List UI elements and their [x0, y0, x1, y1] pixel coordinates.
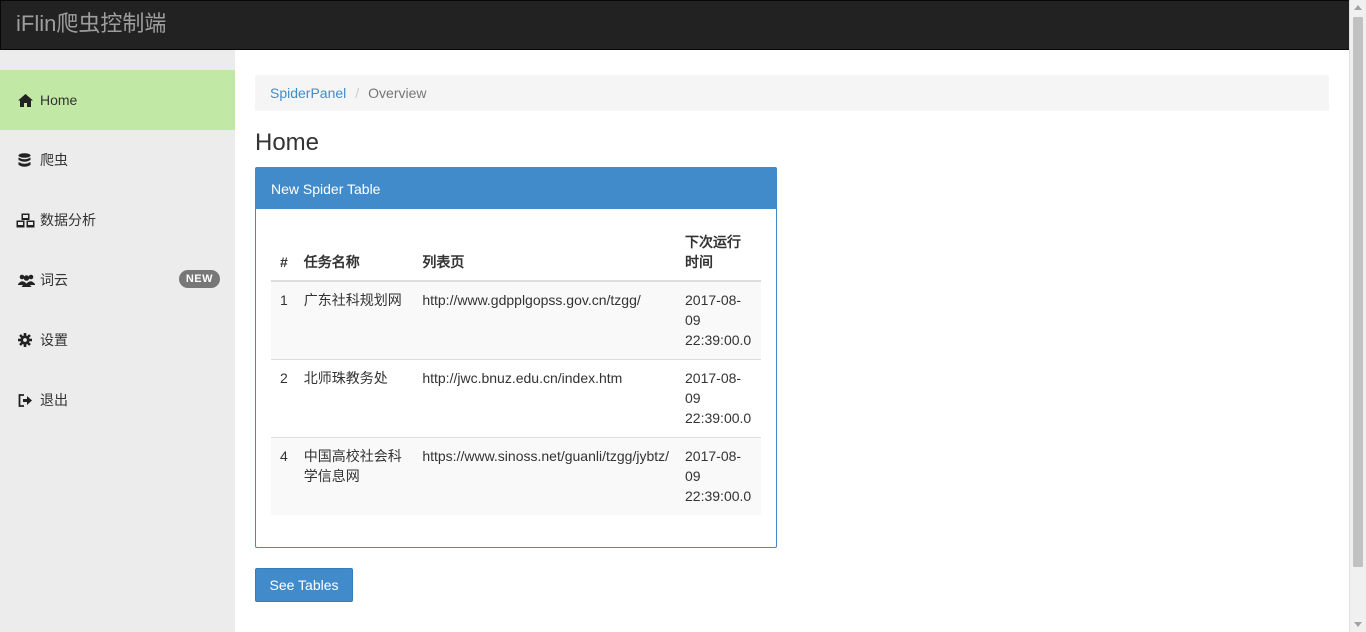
column-header-task-name: 任务名称	[295, 232, 415, 282]
breadcrumb: SpiderPanel / Overview	[255, 75, 1329, 111]
row-list-page-url: https://www.sinoss.net/guanli/tzgg/jybtz…	[414, 437, 678, 515]
page-scrollbar[interactable]	[1349, 0, 1366, 632]
table-row: 2 北师珠教务处 http://jwc.bnuz.edu.cn/index.ht…	[271, 359, 761, 438]
row-list-page-url: http://jwc.bnuz.edu.cn/index.htm	[414, 359, 678, 438]
table-row: 1 广东社科规划网 http://www.gdpplgopss.gov.cn/t…	[271, 281, 761, 360]
database-icon	[18, 152, 36, 168]
row-id: 2	[271, 359, 296, 438]
sidebar: Home 爬虫 数据分析 词云 NEW 设置 退出	[0, 50, 235, 632]
scrollbar-thumb[interactable]	[1353, 17, 1363, 567]
row-id: 1	[271, 281, 296, 360]
sign-out-icon	[18, 392, 36, 408]
sidebar-item-analysis[interactable]: 数据分析	[0, 190, 235, 250]
see-tables-button[interactable]: See Tables	[255, 568, 353, 602]
sidebar-item-label: 设置	[40, 332, 68, 348]
panel-heading: New Spider Table	[256, 168, 776, 209]
sidebar-item-logout[interactable]: 退出	[0, 370, 235, 430]
table-row: 4 中国高校社会科学信息网 https://www.sinoss.net/gua…	[271, 437, 761, 515]
row-task-name: 广东社科规划网	[295, 281, 415, 360]
row-id: 4	[271, 437, 296, 515]
table-header-row: # 任务名称 列表页 下次运行时间	[271, 232, 761, 282]
cubes-icon	[16, 212, 36, 228]
sidebar-item-label: 爬虫	[40, 152, 68, 168]
sidebar-item-wordcloud[interactable]: 词云 NEW	[0, 250, 235, 310]
column-header-id: #	[271, 232, 296, 282]
users-icon	[18, 272, 36, 288]
sidebar-item-home[interactable]: Home	[0, 70, 235, 130]
row-task-name: 中国高校社会科学信息网	[295, 437, 415, 515]
row-next-run-time: 2017-08-09 22:39:00.0	[677, 437, 761, 515]
gear-icon	[18, 332, 36, 348]
sidebar-item-label: Home	[40, 92, 78, 108]
breadcrumb-current: Overview	[368, 85, 427, 101]
page-title: Home	[255, 129, 320, 156]
home-icon	[18, 92, 36, 108]
brand-title[interactable]: iFlin爬虫控制端	[16, 10, 166, 38]
row-task-name: 北师珠教务处	[295, 359, 415, 438]
breadcrumb-link-spiderpanel[interactable]: SpiderPanel	[270, 85, 346, 101]
sidebar-item-label: 词云	[40, 272, 68, 288]
new-badge: NEW	[178, 270, 220, 288]
sidebar-item-label: 退出	[40, 392, 68, 408]
sidebar-item-label: 数据分析	[40, 212, 96, 228]
row-next-run-time: 2017-08-09 22:39:00.0	[677, 359, 761, 438]
column-header-list-page: 列表页	[414, 232, 678, 282]
spider-table: # 任务名称 列表页 下次运行时间 1 广东社科规划网 http://www.g…	[271, 232, 761, 515]
sidebar-item-spider[interactable]: 爬虫	[0, 130, 235, 190]
scroll-up-arrow-icon[interactable]	[1354, 5, 1362, 10]
sidebar-item-settings[interactable]: 设置	[0, 310, 235, 370]
row-list-page-url: http://www.gdpplgopss.gov.cn/tzgg/	[414, 281, 678, 360]
breadcrumb-separator: /	[355, 85, 360, 101]
column-header-next-run: 下次运行时间	[677, 232, 761, 282]
top-navbar: iFlin爬虫控制端	[0, 0, 1350, 50]
spider-table-panel: New Spider Table # 任务名称 列表页 下次运行时间 1 广东社…	[255, 167, 777, 548]
row-next-run-time: 2017-08-09 22:39:00.0	[677, 281, 761, 360]
scroll-down-arrow-icon[interactable]	[1354, 622, 1362, 627]
